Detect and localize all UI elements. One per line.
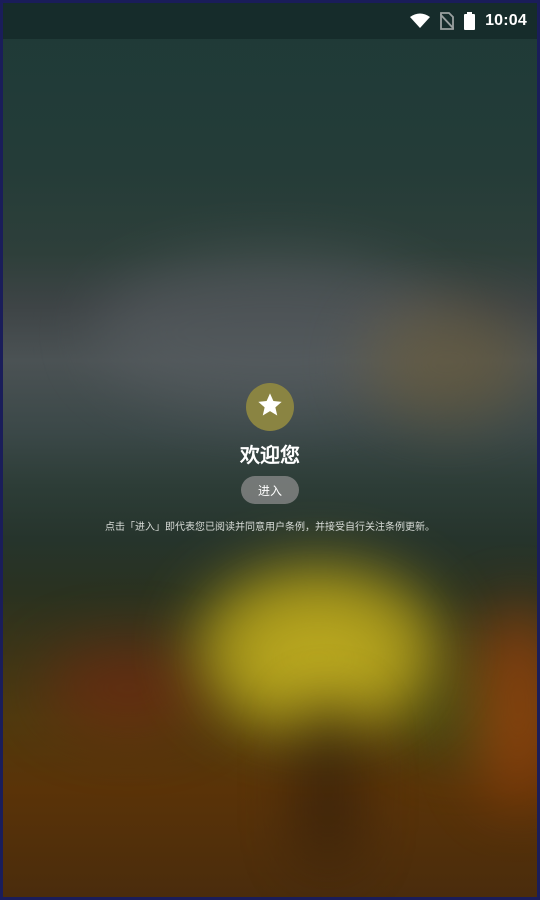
welcome-title: 欢迎您: [240, 443, 300, 467]
status-bar: 10:04: [3, 3, 537, 39]
wifi-icon: [410, 13, 431, 29]
bg-tree-highlight-shape: [233, 603, 403, 713]
splash-screen: 10:04 欢迎您 进入 点击「进入」即代表您已阅读并同意用户条例，并接受自行关…: [0, 0, 540, 900]
app-logo: [246, 383, 294, 431]
star-icon: [256, 391, 284, 423]
welcome-panel: 欢迎您 进入 点击「进入」即代表您已阅读并同意用户条例，并接受自行关注条例更新。: [3, 383, 537, 533]
bg-tree-trunk-shape: [303, 703, 353, 863]
no-sim-icon: [440, 12, 455, 30]
status-time: 10:04: [485, 12, 527, 29]
bg-red-foliage-shape: [43, 643, 213, 733]
battery-icon: [464, 12, 476, 30]
enter-button[interactable]: 进入: [241, 476, 299, 504]
bg-orange-foliage-shape: [473, 603, 537, 803]
terms-notice: 点击「进入」即代表您已阅读并同意用户条例，并接受自行关注条例更新。: [105, 522, 435, 533]
